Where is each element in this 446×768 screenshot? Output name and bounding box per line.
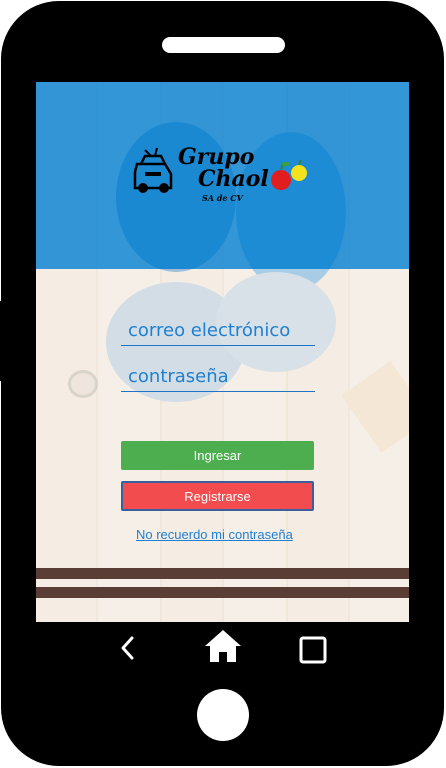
- company-logo: Grupo Chaol SA de CV: [128, 144, 307, 214]
- home-icon[interactable]: [203, 628, 243, 664]
- recents-icon[interactable]: [298, 635, 328, 665]
- app-screen: Grupo Chaol SA de CV Ingresar Registrars…: [36, 82, 409, 622]
- forgot-password-link[interactable]: No recuerdo mi contraseña: [136, 527, 293, 542]
- phone-frame: Grupo Chaol SA de CV Ingresar Registrars…: [0, 1, 444, 766]
- decorative-stripe: [36, 568, 409, 579]
- truck-icon: [133, 147, 173, 193]
- logo-line-2: Chaol: [198, 166, 269, 192]
- login-button-label: Ingresar: [193, 448, 242, 463]
- apples-icon: [271, 160, 307, 190]
- side-button: [0, 301, 3, 381]
- navigation-bar: [36, 622, 409, 678]
- home-button[interactable]: [197, 689, 249, 741]
- login-button[interactable]: Ingresar: [121, 441, 314, 470]
- speaker-grille: [162, 37, 285, 53]
- decorative-stripe: [36, 587, 409, 598]
- logo-line-3: SA de CV: [202, 193, 243, 203]
- password-field[interactable]: [121, 362, 315, 392]
- register-button[interactable]: Registrarse: [121, 481, 314, 511]
- back-icon[interactable]: [118, 634, 138, 662]
- register-button-label: Registrarse: [184, 488, 251, 504]
- email-field[interactable]: [121, 316, 315, 346]
- logo-line-1: Grupo: [178, 144, 255, 170]
